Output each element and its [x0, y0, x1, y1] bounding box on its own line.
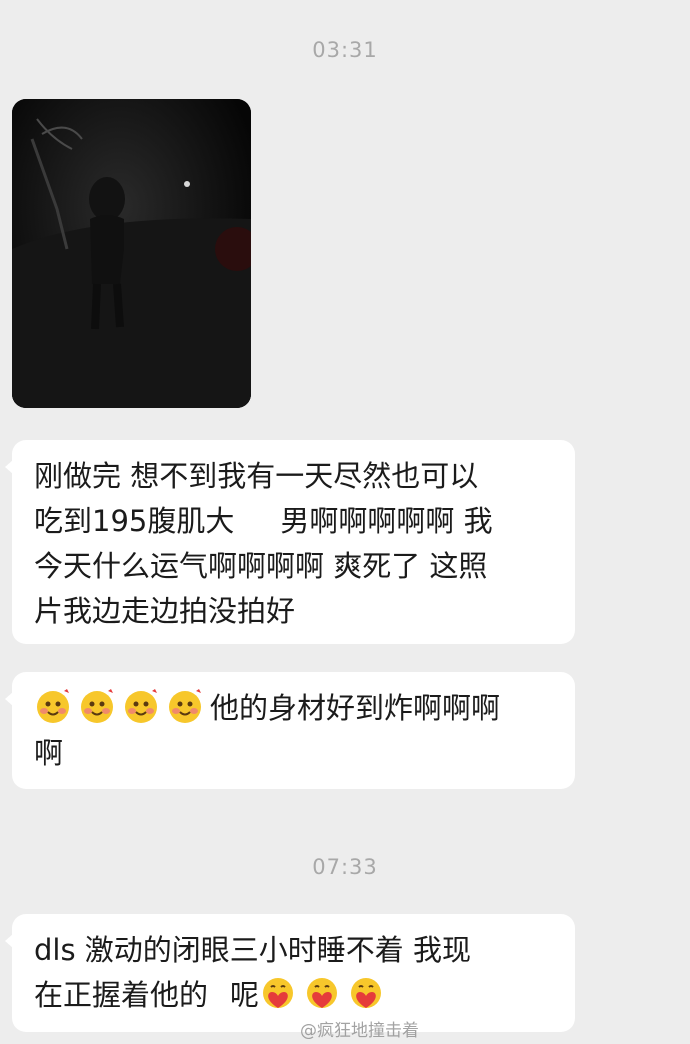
watermark: @疯狂地撞击着	[300, 1021, 419, 1041]
message-bubble-3[interactable]: dls 激动的闭眼三小时睡不着 我现 在正握着他的呢	[5, 914, 575, 1032]
message-3-line-2: 在正握着他的呢	[34, 973, 555, 1018]
message-2-line-2: 啊	[34, 736, 64, 770]
hug-blush-emoji-icon	[78, 687, 116, 725]
message-3-line-1: dls 激动的闭眼三小时睡不着 我现	[34, 933, 472, 967]
heart-hug-emoji-icon	[303, 974, 341, 1012]
photo-message[interactable]	[12, 99, 251, 408]
message-2-line-1-text: 他的身材好到炸啊啊啊	[210, 691, 501, 725]
heart-hug-emoji-icon	[347, 974, 385, 1012]
message-1-line-3: 今天什么运气啊啊啊啊 爽死了 这照	[34, 549, 488, 583]
message-2-line-1: 他的身材好到炸啊啊啊	[34, 686, 555, 731]
heart-hug-emoji-icon	[259, 974, 297, 1012]
timestamp-2: 07:33	[312, 855, 378, 879]
message-1-line-1: 刚做完 想不到我有一天尽然也可以	[34, 459, 479, 493]
message-1-line-2: 吃到195腹肌大 男啊啊啊啊啊 我	[34, 499, 555, 544]
message-1-line-2-part-b: 男啊啊啊啊啊 我	[280, 504, 493, 538]
message-1-line-4: 片我边走边拍没拍好	[34, 594, 296, 628]
timestamp-1: 03:31	[312, 38, 378, 62]
message-3-line-2-text: 在正握着他的	[34, 978, 209, 1012]
hug-blush-emoji-icon	[34, 687, 72, 725]
message-bubble-1[interactable]: 刚做完 想不到我有一天尽然也可以 吃到195腹肌大 男啊啊啊啊啊 我 今天什么运气…	[5, 440, 575, 644]
message-1-line-2-part-a: 吃到195腹肌大	[34, 504, 235, 538]
night-walk-photo	[12, 99, 251, 408]
message-bubble-2[interactable]: 他的身材好到炸啊啊啊 啊	[5, 672, 575, 789]
hug-blush-emoji-icon	[166, 687, 204, 725]
message-3-line-2-end: 呢	[230, 978, 260, 1012]
hug-blush-emoji-icon	[122, 687, 160, 725]
